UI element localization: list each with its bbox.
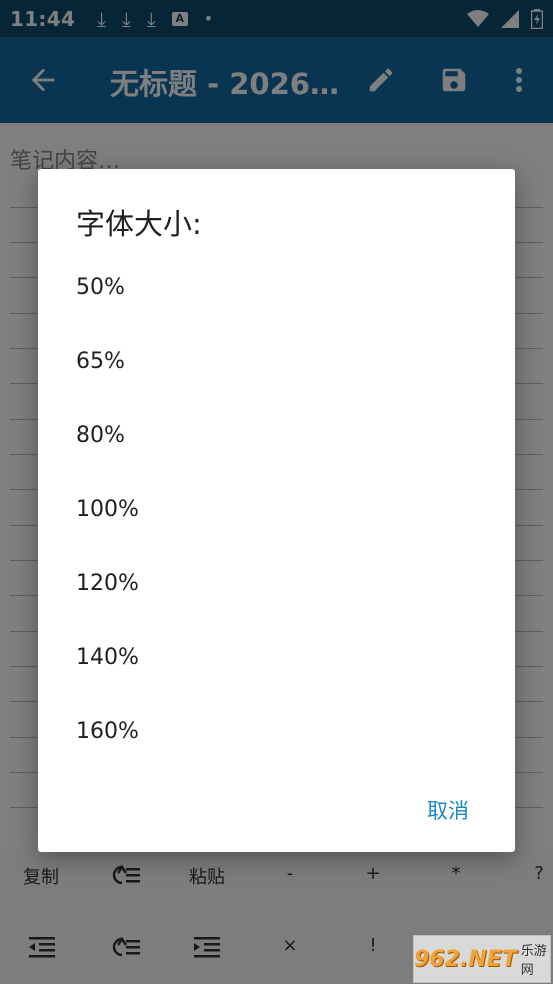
font-size-dialog: 字体大小: 50% 65% 80% 100% 120% 140% 160% 取消	[38, 169, 515, 852]
option-label: 80%	[76, 423, 125, 448]
option-label: 100%	[76, 497, 139, 522]
cancel-button[interactable]: 取消	[427, 795, 469, 825]
option-label: 120%	[76, 571, 139, 596]
watermark-sub: 乐游网	[520, 944, 547, 978]
option-label: 160%	[76, 719, 139, 744]
font-size-option[interactable]: 65%	[38, 325, 515, 399]
font-size-option[interactable]: 120%	[38, 547, 515, 621]
option-label: 50%	[76, 275, 125, 300]
font-size-option[interactable]: 80%	[38, 399, 515, 473]
font-size-option[interactable]: 50%	[38, 251, 515, 325]
option-label: 65%	[76, 349, 125, 374]
font-size-option[interactable]: 100%	[38, 473, 515, 547]
dialog-title: 字体大小:	[76, 207, 202, 241]
watermark-logo: 962.NET 乐游网	[413, 935, 551, 983]
font-size-option[interactable]: 140%	[38, 621, 515, 695]
font-size-option[interactable]: 160%	[38, 695, 515, 769]
option-label: 140%	[76, 645, 139, 670]
watermark-brand: 962.NET	[414, 946, 517, 972]
